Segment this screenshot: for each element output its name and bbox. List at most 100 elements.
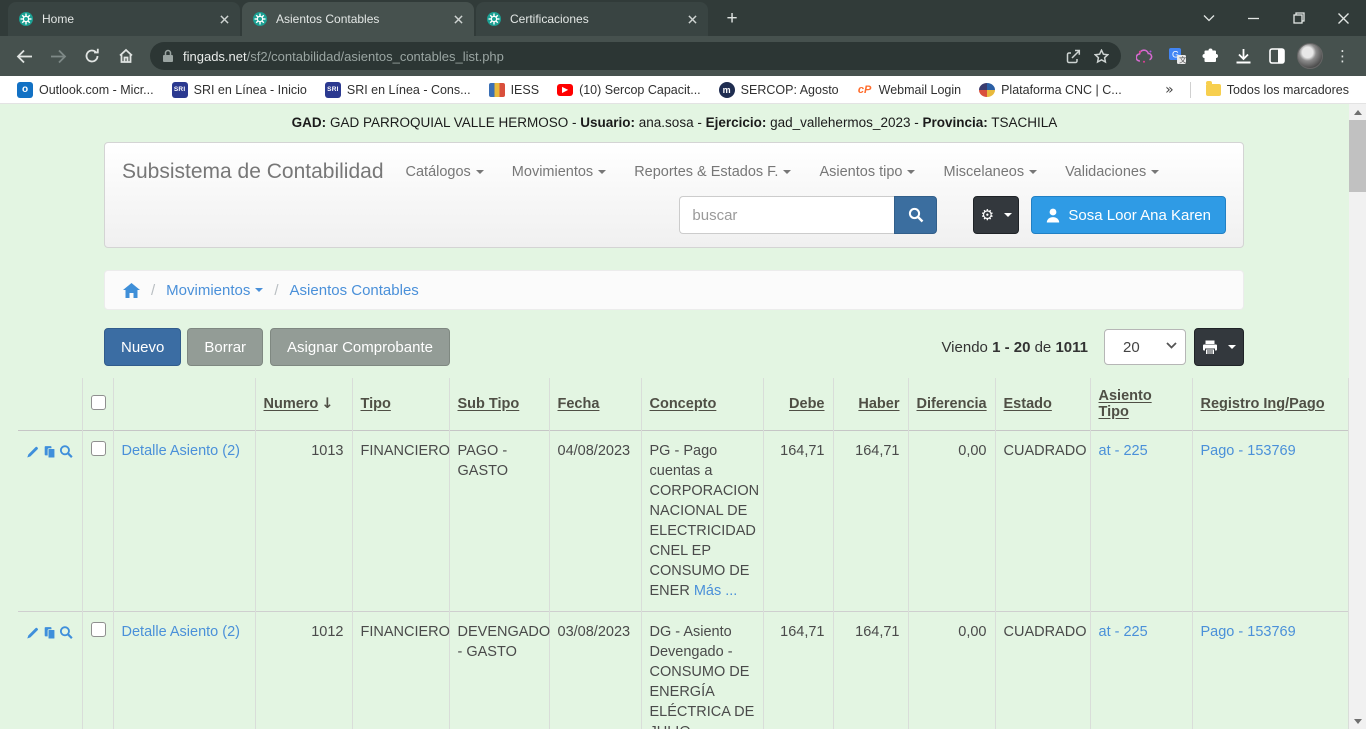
downloads-icon[interactable] <box>1230 43 1257 70</box>
header-estado[interactable]: Estado <box>995 378 1090 431</box>
breadcrumb-home[interactable] <box>123 283 140 298</box>
page-size-select[interactable]: 20 <box>1104 329 1186 365</box>
detalle-asiento-link[interactable]: Detalle Asiento (2) <box>122 443 240 459</box>
asiento-tipo-link[interactable]: at - 225 <box>1099 624 1148 640</box>
menu-reportes[interactable]: Reportes & Estados F. <box>634 164 791 180</box>
close-window-button[interactable] <box>1321 0 1366 36</box>
header-fecha[interactable]: Fecha <box>549 378 641 431</box>
menu-miscelaneos[interactable]: Miscelaneos <box>943 164 1037 180</box>
header-numero[interactable]: Numero↓ <box>255 378 352 431</box>
site-favicon-icon <box>252 11 268 27</box>
borrar-button[interactable]: Borrar <box>187 328 263 366</box>
browser-menu-icon[interactable]: ⋮ <box>1329 43 1356 70</box>
scroll-down-icon[interactable] <box>1349 714 1366 729</box>
header-asiento-tipo[interactable]: Asiento Tipo <box>1090 378 1192 431</box>
bookmark-sercop-video[interactable]: ▶(10) Sercop Capacit... <box>550 81 708 99</box>
tab-close-icon[interactable] <box>450 11 466 27</box>
bookmark-sri-consultas[interactable]: SRISRI en Línea - Cons... <box>318 80 478 100</box>
window-controls <box>1186 0 1366 36</box>
bookmark-iess[interactable]: IESS <box>482 81 547 99</box>
bookmark-sri-inicio[interactable]: SRISRI en Línea - Inicio <box>165 80 314 100</box>
header-detalle <box>113 378 255 431</box>
cell-fecha: 03/08/2023 <box>549 612 641 729</box>
registro-link[interactable]: Pago - 153769 <box>1201 624 1296 640</box>
scrollbar-thumb[interactable] <box>1349 120 1366 192</box>
tab-search-icon[interactable] <box>1186 0 1231 36</box>
usuario-label: Usuario: <box>580 115 635 130</box>
bookmark-label: SRI en Línea - Cons... <box>347 83 471 97</box>
minimize-button[interactable] <box>1231 0 1276 36</box>
bookmark-webmail[interactable]: cPWebmail Login <box>850 80 968 100</box>
zoom-detail-icon[interactable] <box>59 624 73 641</box>
share-icon[interactable] <box>1059 42 1087 70</box>
menu-movimientos[interactable]: Movimientos <box>512 164 606 180</box>
forward-icon[interactable] <box>42 40 74 72</box>
menu-asientos-tipo[interactable]: Asientos tipo <box>819 164 915 180</box>
row-checkbox[interactable] <box>91 441 106 456</box>
page-scrollbar[interactable] <box>1349 104 1366 729</box>
reload-icon[interactable] <box>76 40 108 72</box>
bookmark-star-icon[interactable] <box>1087 42 1115 70</box>
extension-translate-icon[interactable]: G文 <box>1164 43 1191 70</box>
asignar-comprobante-button[interactable]: Asignar Comprobante <box>270 328 450 366</box>
edit-icon[interactable] <box>26 444 40 460</box>
copy-icon[interactable] <box>43 444 57 460</box>
chevron-down-icon <box>783 170 791 178</box>
header-concepto[interactable]: Concepto <box>641 378 763 431</box>
tab-close-icon[interactable] <box>216 11 232 27</box>
menu-validaciones[interactable]: Validaciones <box>1065 164 1159 180</box>
home-icon[interactable] <box>110 40 142 72</box>
menu-catalogos[interactable]: Catálogos <box>406 164 484 180</box>
header-haber[interactable]: Haber <box>833 378 908 431</box>
cell-debe: 164,71 <box>763 612 833 729</box>
select-all-checkbox[interactable] <box>91 395 106 410</box>
breadcrumb-current: Asientos Contables <box>290 282 419 299</box>
user-button[interactable]: Sosa Loor Ana Karen <box>1031 196 1226 234</box>
chevron-down-icon <box>1151 170 1159 178</box>
restore-button[interactable] <box>1276 0 1321 36</box>
bookmarks-overflow-chevron[interactable]: » <box>1157 82 1182 98</box>
bookmark-outlook[interactable]: oOutlook.com - Micr... <box>10 80 161 100</box>
new-tab-button[interactable]: + <box>718 5 746 33</box>
extension-cloud-icon[interactable] <box>1131 43 1158 70</box>
chevron-down-icon <box>598 170 606 178</box>
search-button[interactable] <box>894 196 937 234</box>
tab-asientos-contables[interactable]: Asientos Contables <box>242 2 474 36</box>
pagination-status: Viendo 1 - 20 de 1011 <box>941 339 1088 356</box>
extensions-puzzle-icon[interactable] <box>1197 43 1224 70</box>
row-checkbox[interactable] <box>91 622 106 637</box>
back-icon[interactable] <box>8 40 40 72</box>
tab-close-icon[interactable] <box>684 11 700 27</box>
bookmark-cnc[interactable]: Plataforma CNC | C... <box>972 81 1129 99</box>
address-bar[interactable]: fingads.net/sf2/contabilidad/asientos_co… <box>150 42 1121 70</box>
tab-title: Certificaciones <box>510 12 676 26</box>
print-button[interactable] <box>1194 328 1244 366</box>
header-diferencia[interactable]: Diferencia <box>908 378 995 431</box>
side-panel-icon[interactable] <box>1263 43 1290 70</box>
chevron-down-icon <box>1029 170 1037 178</box>
bookmark-sercop[interactable]: mSERCOP: Agosto <box>712 80 846 100</box>
tab-certificaciones[interactable]: Certificaciones <box>476 2 708 36</box>
breadcrumb-movimientos[interactable]: Movimientos <box>166 282 263 299</box>
url-domain: fingads.net <box>183 49 247 64</box>
profile-avatar[interactable] <box>1296 43 1323 70</box>
cell-numero: 1012 <box>255 612 352 729</box>
nuevo-button[interactable]: Nuevo <box>104 328 181 366</box>
header-registro[interactable]: Registro Ing/Pago <box>1192 378 1348 431</box>
header-tipo[interactable]: Tipo <box>352 378 449 431</box>
settings-button[interactable]: ⚙ <box>973 196 1019 234</box>
zoom-detail-icon[interactable] <box>59 443 73 460</box>
tab-home[interactable]: Home <box>8 2 240 36</box>
copy-icon[interactable] <box>43 625 57 641</box>
asientos-table: Numero↓ Tipo Sub Tipo Fecha Concepto Deb… <box>18 378 1349 729</box>
registro-link[interactable]: Pago - 153769 <box>1201 443 1296 459</box>
asiento-tipo-link[interactable]: at - 225 <box>1099 443 1148 459</box>
scroll-up-icon[interactable] <box>1349 104 1366 119</box>
detalle-asiento-link[interactable]: Detalle Asiento (2) <box>122 624 240 640</box>
search-input[interactable] <box>679 196 894 234</box>
header-debe[interactable]: Debe <box>763 378 833 431</box>
header-subtipo[interactable]: Sub Tipo <box>449 378 549 431</box>
mas-link[interactable]: Más ... <box>694 583 738 599</box>
all-bookmarks-button[interactable]: Todos los marcadores <box>1199 81 1356 99</box>
edit-icon[interactable] <box>26 625 40 641</box>
